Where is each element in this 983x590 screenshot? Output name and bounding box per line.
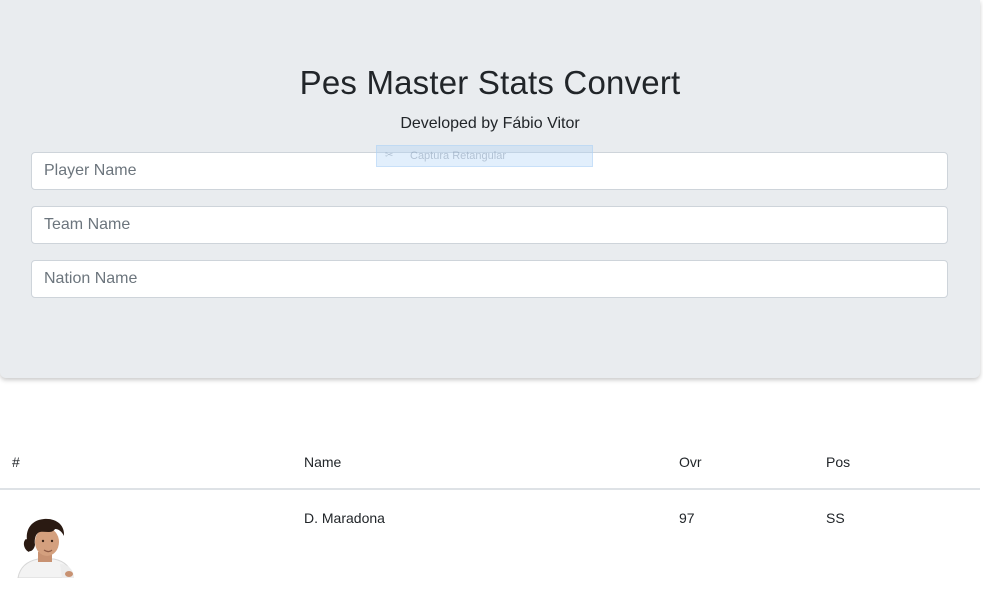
player-name[interactable]: D. Maradona <box>304 510 385 526</box>
header-index[interactable]: # <box>12 454 20 470</box>
capture-overlay-chip[interactable]: ✂ Captura Retangular <box>376 145 593 167</box>
header-jumbotron: Pes Master Stats Convert Developed by Fá… <box>0 0 980 378</box>
scissors-icon: ✂ <box>385 150 394 161</box>
header-ovr[interactable]: Ovr <box>679 454 702 470</box>
capture-label: Captura Retangular <box>410 150 507 162</box>
page-title: Pes Master Stats Convert <box>299 64 681 101</box>
header-pos[interactable]: Pos <box>826 454 850 470</box>
header-name[interactable]: Name <box>304 454 341 470</box>
table-row[interactable]: D. Maradona 97 SS <box>0 490 980 590</box>
players-table: # Name Ovr Pos D. Maradona 97 SS <box>0 434 980 590</box>
team-name-input[interactable] <box>31 206 948 244</box>
player-photo <box>12 514 76 578</box>
nation-name-input[interactable] <box>31 260 948 298</box>
table-header-row: # Name Ovr Pos <box>0 434 980 490</box>
player-pos: SS <box>826 510 845 526</box>
page-subtitle: Developed by Fábio Vitor <box>400 115 580 132</box>
player-ovr: 97 <box>679 510 695 526</box>
